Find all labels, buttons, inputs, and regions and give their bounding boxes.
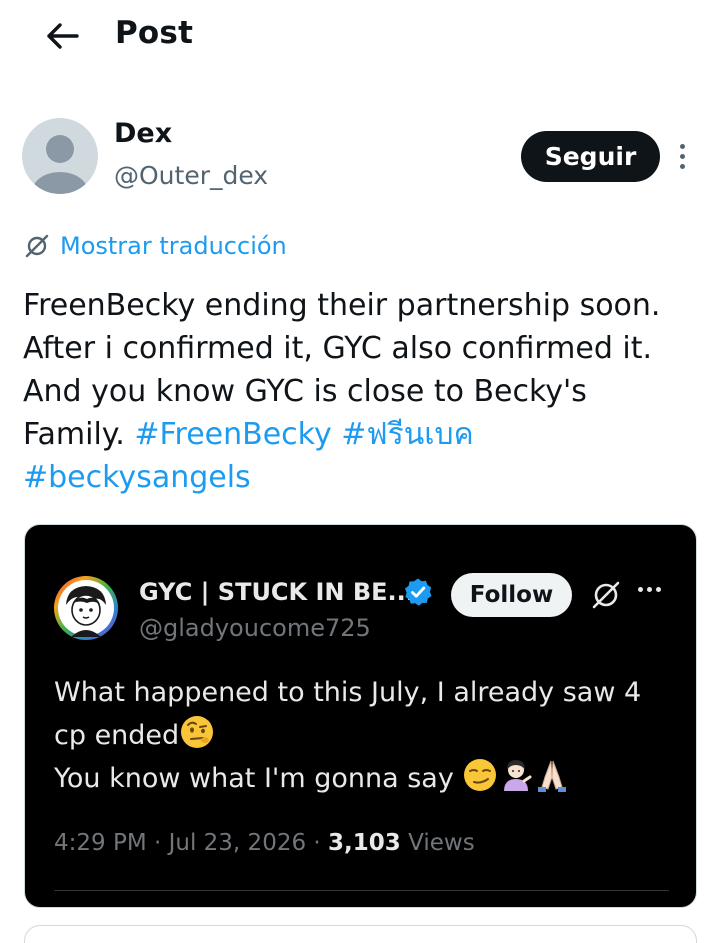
person-tipping-hand-emoji [504,760,532,791]
default-avatar-icon [32,135,88,194]
post-text-segment: Family. [23,417,135,452]
page-title: Post [115,15,194,51]
quoted-post-meta: 4:29 PM · Jul 23, 2026 · 3,103 Views [54,830,475,856]
quoted-text-segment: You know what I'm gonna say [54,763,463,794]
quoted-avatar[interactable] [53,575,119,641]
quoted-text-line: What happened to this July, I already sa… [54,677,642,708]
quoted-post-text: What happened to this July, I already sa… [54,671,684,800]
more-horizontal-icon [638,587,643,592]
quoted-post-time[interactable]: 4:29 PM · Jul 23, 2026 · [54,830,328,856]
follow-button[interactable]: Seguir [521,131,660,182]
next-card-edge [24,925,697,943]
post-text: FreenBecky ending their partnership soon… [23,284,703,499]
hashtag-link[interactable]: #ฟรีนเบค [341,417,473,452]
post-text-line: FreenBecky ending their partnership soon… [23,288,661,323]
arrow-left-icon [47,23,79,49]
quoted-more-button[interactable] [638,587,661,592]
more-vertical-icon [679,143,685,149]
grok-icon[interactable] [590,579,622,611]
post-text-line: Family. #FreenBecky #ฟรีนเบค [23,413,703,456]
quoted-avatar-image [54,576,118,640]
quoted-text-line: cp ended [54,714,684,757]
divider [54,890,669,891]
folded-hands-emoji [538,760,567,792]
back-button[interactable] [42,18,82,54]
show-translation-link[interactable]: Mostrar traducción [24,228,287,264]
quoted-follow-button[interactable]: Follow [451,573,572,617]
hashtag-link[interactable]: #beckysangels [23,460,251,495]
quoted-author-handle[interactable]: @gladyoucome725 [139,614,371,642]
quoted-post-card[interactable]: GYC | STUCK IN BE... @gladyoucome725 Fol… [24,524,697,908]
views-count: 3,103 [328,830,401,856]
more-options-button[interactable] [672,140,692,172]
hashtag-link[interactable]: #FreenBecky [134,417,331,452]
quoted-text-segment: cp ended [54,720,180,751]
avatar[interactable] [22,118,98,194]
post-text-line: After i confirmed it, GYC also confirmed… [23,331,653,366]
top-bar: Post [0,0,720,72]
quoted-author-name[interactable]: GYC | STUCK IN BE... [139,578,415,606]
verified-badge-icon [405,578,432,606]
author-handle[interactable]: @Outer_dex [114,161,268,190]
face-with-raised-eyebrow-emoji [181,716,214,748]
post-text-line: #beckysangels [23,456,703,499]
views-label: Views [400,830,475,856]
post-text-line: And you know GYC is close to Becky's [23,374,587,409]
globe-slash-icon [25,234,49,258]
author-name[interactable]: Dex [114,118,172,149]
smirking-face-emoji [464,759,497,791]
translation-label: Mostrar traducción [60,232,287,260]
quoted-text-line: You know what I'm gonna say [54,757,684,800]
